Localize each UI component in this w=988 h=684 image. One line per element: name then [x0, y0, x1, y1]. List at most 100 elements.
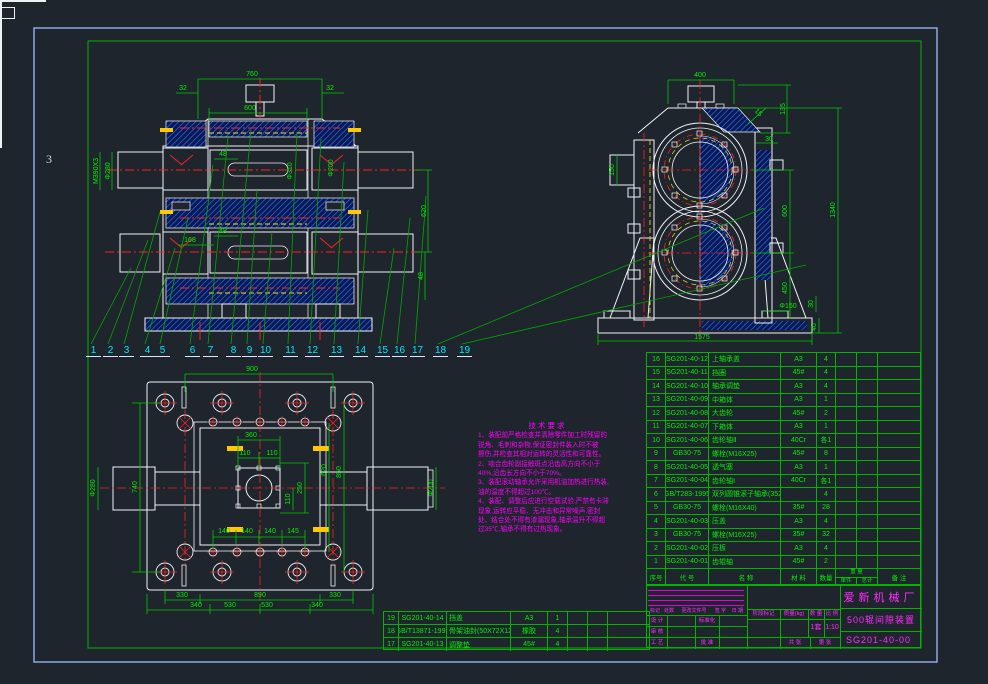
table-row: 6 GB/T283-1995 双列圆锥滚子轴承(352900) 4 [647, 488, 920, 502]
cell-seq: 8 [647, 461, 666, 474]
svg-text:1340: 1340 [830, 202, 837, 218]
balloon-11: 11 [283, 345, 298, 357]
cell-total-weight [857, 394, 878, 407]
table-row: 10 SG201-40-06 齿轮轴Ⅱ 40Cr 各1 [647, 434, 920, 448]
balloon-14: 14 [353, 345, 368, 357]
cell-remark [608, 625, 649, 637]
svg-text:450: 450 [782, 282, 789, 294]
cell-qty: 各1 [817, 475, 836, 488]
table-row: 7 SG201-40-04 齿轮轴Ⅰ 40Cr 各1 [647, 475, 920, 489]
balloon-1: 1 [86, 345, 101, 357]
svg-text:40: 40 [811, 323, 818, 331]
cell-code: SG201-40-05 [666, 461, 709, 474]
svg-text:140: 140 [241, 528, 253, 535]
cell-total-weight [857, 556, 878, 569]
cell-unit-weight [836, 407, 857, 420]
cell-name: 中箱体 [709, 394, 781, 407]
cell-remark [608, 612, 649, 624]
extra-rows: 19 SG201-40-14 挡盖 A3 1 18 GB/T13871-1992… [384, 612, 649, 651]
cell-name: 上轴承盖 [709, 353, 781, 366]
cell-seq: 19 [384, 612, 399, 624]
value-qty: 1套 [808, 619, 824, 637]
cell-name: 齿轮轴Ⅱ [709, 434, 781, 447]
cell-unit-weight [836, 353, 857, 366]
cell-total-weight [857, 407, 878, 420]
balloon-15: 15 [375, 345, 390, 357]
notes-line: 1、装配前严格检查并清除零件加工时残留的 [478, 431, 617, 440]
svg-text:110: 110 [285, 493, 292, 504]
cell-unit-weight [836, 448, 857, 461]
cell-qty: 4 [817, 488, 836, 501]
notes-line: 处、结合处不得有渗漏现象,轴承温升不得超 [478, 516, 617, 525]
cell-qty: 8 [817, 448, 836, 461]
extra-parts-table: 19 SG201-40-14 挡盖 A3 1 18 GB/T13871-1992… [383, 611, 650, 650]
cell-unit-weight [568, 638, 588, 651]
cell-name: 压板 [709, 542, 781, 555]
cell-material: A3 [781, 515, 817, 528]
cell-remark [878, 353, 920, 366]
cell-total-weight [588, 612, 608, 624]
notes-title: 技术要求 [478, 421, 617, 430]
cell-code: GB/T283-1995 [666, 488, 709, 501]
header-weight-group: 重 量 单件 总计 [836, 569, 878, 585]
cell-code: GB30-75 [666, 502, 709, 515]
balloon-5: 5 [155, 345, 170, 357]
cell-material: 橡胶 [511, 625, 548, 637]
svg-text:145: 145 [287, 528, 299, 535]
cell-seq: 4 [647, 515, 666, 528]
svg-text:168: 168 [184, 237, 196, 244]
cell-unit-weight [568, 625, 588, 637]
svg-text:15: 15 [753, 108, 764, 119]
cad-viewport: 760 32 32 600 48 168 48 M390X3 Φ280 Φ310… [0, 0, 988, 684]
cell-total-weight [857, 515, 878, 528]
svg-text:340: 340 [311, 602, 323, 609]
header-remark: 备 注 [878, 569, 920, 585]
field-craft: 工 艺 [647, 637, 667, 649]
field-sheets: 共 张 [780, 637, 810, 649]
cell-name: 螺栓(M16X25) [709, 448, 781, 461]
balloon-13: 13 [329, 345, 344, 357]
technical-notes: 技术要求 1、装配前严格检查并清除零件加工时残留的锐角、毛刺和杂物,保证密封件装… [478, 421, 617, 535]
table-row: 1 SG201-40-01 齿辊轴 45# 2 [647, 556, 920, 570]
notes-line: 2、啮合齿轮副接触斑点沿齿高方向不小于 [478, 460, 617, 469]
company-name: 爱新机械厂 [840, 586, 922, 608]
cell-seq: 10 [647, 434, 666, 447]
svg-text:330: 330 [329, 592, 341, 599]
cell-qty: 2 [817, 407, 836, 420]
svg-text:Φ280: Φ280 [90, 479, 97, 496]
svg-text:Φ310: Φ310 [287, 162, 294, 179]
front-view [100, 78, 432, 340]
balloon-9: 9 [242, 345, 257, 357]
cell-name: 下箱体 [709, 421, 781, 434]
cell-remark [878, 529, 920, 542]
cell-code: SG201-40-11 [666, 367, 709, 380]
table-row: 9 GB30-75 螺栓(M16X25) 45# 8 [647, 448, 920, 462]
cell-seq: 6 [647, 488, 666, 501]
value-scale: 1:10 [824, 619, 840, 637]
cell-code: SG201-40-08 [666, 407, 709, 420]
svg-text:400: 400 [694, 72, 706, 79]
field-approve: 批 准 [695, 637, 719, 649]
cell-seq: 5 [647, 502, 666, 515]
cell-total-weight [857, 475, 878, 488]
cell-total-weight [857, 367, 878, 380]
field-count: 处数 [662, 607, 676, 615]
cell-code: GB30-75 [666, 529, 709, 542]
cell-name: 大齿轮 [709, 407, 781, 420]
cell-qty: 32 [817, 529, 836, 542]
cell-total-weight [857, 434, 878, 447]
cell-seq: 2 [647, 542, 666, 555]
parts-table: 16 SG201-40-12 上轴承盖 A3 4 15 SG201-40-11 … [646, 352, 921, 585]
table-row: 17 SG201-40-13 调整垫 45# 4 [384, 638, 649, 651]
balloon-19: 19 [457, 345, 472, 357]
balloon-12: 12 [305, 345, 320, 357]
cell-material: 40Cr [781, 434, 817, 447]
cell-seq: 16 [647, 353, 666, 366]
cell-code: SG201-40-07 [666, 421, 709, 434]
cell-seq: 9 [647, 448, 666, 461]
svg-text:140: 140 [264, 528, 276, 535]
cell-material: A3 [781, 394, 817, 407]
title-block: 标记 处数 更改文件号 签 字 日 期 设 计 标准化 审 核 工 艺 批 准 … [646, 585, 921, 648]
svg-text:110: 110 [239, 450, 250, 457]
cell-material: 45# [781, 448, 817, 461]
